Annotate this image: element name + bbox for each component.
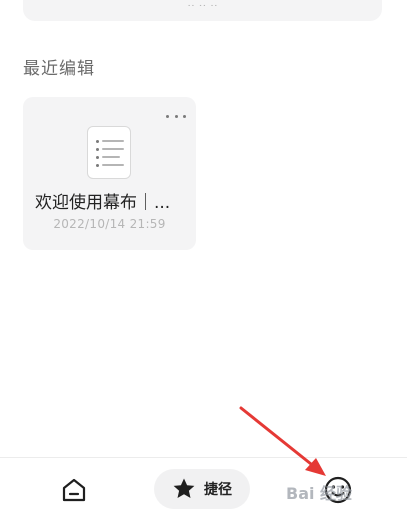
shortcut-label: 捷径 <box>204 482 232 498</box>
doc-title: 欢迎使用幕布｜... <box>35 193 171 213</box>
star-icon <box>173 478 195 498</box>
home-button[interactable] <box>58 474 90 506</box>
home-icon <box>62 478 86 502</box>
top-card[interactable]: ·· ·· ·· <box>23 0 382 21</box>
doc-date: 2022/10/14 21:59 <box>53 217 166 231</box>
top-card-text: ·· ·· ·· <box>23 0 382 6</box>
section-title: 最近编辑 <box>23 59 95 79</box>
document-icon <box>87 126 131 179</box>
screen: ·· ·· ·· 最近编辑 欢迎使用幕布｜... 2022/10/14 21:5… <box>0 0 407 523</box>
watermark: Bai 经验 <box>286 484 353 503</box>
shortcut-button[interactable]: 捷径 <box>154 469 250 509</box>
more-icon[interactable] <box>166 113 186 119</box>
recent-doc-card[interactable]: 欢迎使用幕布｜... 2022/10/14 21:59 <box>23 97 196 250</box>
